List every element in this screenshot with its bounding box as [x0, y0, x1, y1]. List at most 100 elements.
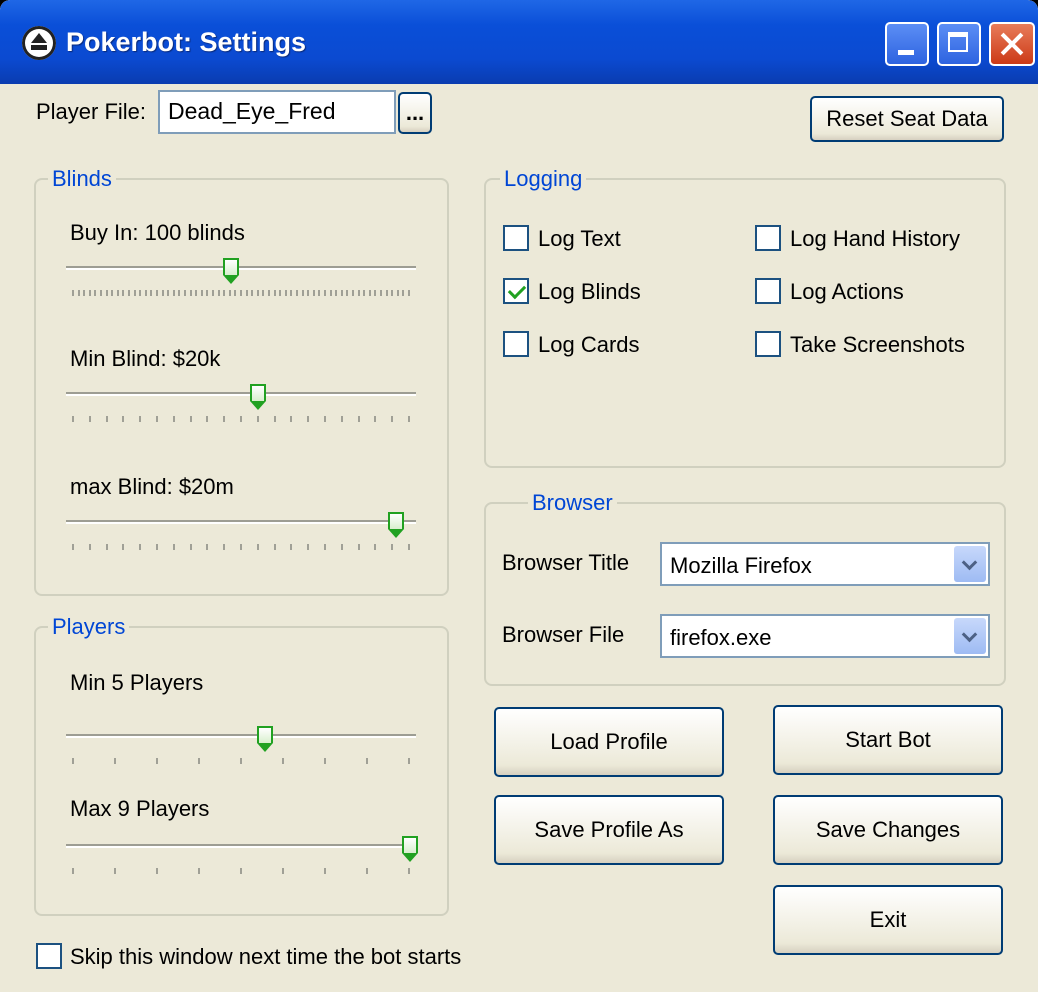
slider-tick — [116, 290, 119, 296]
slider-tick — [72, 416, 74, 422]
slider-tick — [206, 290, 209, 296]
slider-tick — [357, 416, 360, 422]
save-profile-as-button[interactable]: Save Profile As — [494, 795, 724, 865]
logging-group — [484, 178, 1006, 468]
slider-tick — [122, 416, 125, 422]
slider-tick — [94, 290, 97, 296]
chevron-down-icon[interactable] — [954, 618, 986, 654]
slider-tick — [256, 544, 259, 550]
slider-tick — [340, 544, 343, 550]
slider-tick — [122, 544, 125, 550]
slider-tick — [391, 416, 394, 422]
slider-tick — [296, 290, 298, 296]
slider-tick — [290, 290, 293, 296]
slider-tick — [88, 290, 91, 296]
slider-tick — [105, 290, 108, 296]
browser-title-value: Mozilla Firefox — [670, 553, 812, 578]
slider-tick — [212, 290, 214, 296]
slider-thumb[interactable] — [256, 726, 273, 752]
slider-tick — [172, 544, 175, 550]
log-actions-checkbox[interactable] — [755, 278, 781, 304]
browser-group — [484, 502, 1006, 686]
slider-tick — [240, 290, 242, 296]
window-title: Pokerbot: Settings — [66, 27, 307, 57]
slider-tick — [312, 290, 315, 296]
slider-tick — [262, 290, 265, 296]
browse-button[interactable]: ... — [398, 92, 432, 134]
save-changes-button[interactable]: Save Changes — [773, 795, 1003, 865]
slider-thumb[interactable] — [249, 384, 266, 410]
slider-tick — [240, 544, 242, 550]
slider-track[interactable] — [66, 392, 416, 396]
slider-tick — [172, 416, 175, 422]
slider-thumb[interactable] — [402, 836, 418, 862]
slider-tick — [100, 290, 102, 296]
slider-tick — [105, 416, 108, 422]
browser-file-select[interactable]: firefox.exe — [660, 614, 990, 658]
player-file-input[interactable]: Dead_Eye_Fred — [158, 90, 396, 134]
slider-tick — [128, 290, 130, 296]
slider-tick — [324, 416, 326, 422]
load-profile-button[interactable]: Load Profile — [494, 707, 724, 777]
start-bot-button[interactable]: Start Bot — [773, 705, 1003, 775]
slider-tick — [282, 868, 284, 874]
slider-tick — [156, 290, 158, 296]
slider-tick — [301, 290, 304, 296]
slider-tick — [402, 290, 405, 296]
exit-button[interactable]: Exit — [773, 885, 1003, 955]
slider-tick — [105, 544, 108, 550]
log-text-label: Log Text — [538, 226, 621, 251]
slider-tick — [282, 758, 284, 764]
slider-tick — [178, 290, 181, 296]
slider-tick — [284, 290, 287, 296]
slider-tick — [290, 416, 293, 422]
slider-tick — [374, 544, 377, 550]
max-players-label: Max 9 Players — [70, 796, 210, 821]
log-text-checkbox[interactable] — [503, 225, 529, 251]
slider-tick — [340, 290, 343, 296]
maximize-icon[interactable] — [937, 22, 981, 66]
log-hand-history-label: Log Hand History — [790, 226, 960, 251]
slider-tick — [340, 416, 343, 422]
slider-tick — [172, 290, 175, 296]
max-blind-label: max Blind: $20m — [70, 474, 234, 499]
slider-track[interactable] — [66, 844, 416, 848]
slider-tick — [391, 544, 394, 550]
slider-tick — [385, 290, 388, 296]
slider-tick — [122, 290, 125, 296]
slider-thumb[interactable] — [388, 512, 405, 538]
slider-ticks — [72, 416, 410, 422]
browser-title-select[interactable]: Mozilla Firefox — [660, 542, 990, 586]
chevron-down-icon[interactable] — [954, 546, 986, 582]
slider-tick — [408, 544, 410, 550]
log-cards-label: Log Cards — [538, 332, 640, 357]
slider-track[interactable] — [66, 266, 416, 270]
slider-tick — [72, 544, 74, 550]
reset-seat-data-button[interactable]: Reset Seat Data — [810, 96, 1004, 142]
min-players-label: Min 5 Players — [70, 670, 204, 695]
browser-title-label: Browser Title — [502, 550, 630, 575]
close-icon[interactable] — [989, 22, 1035, 66]
minimize-icon[interactable] — [885, 22, 929, 66]
slider-tick — [156, 758, 158, 764]
slider-tick — [245, 290, 248, 296]
slider-tick — [206, 416, 209, 422]
slider-thumb[interactable] — [222, 258, 239, 284]
title-bar[interactable]: Pokerbot: Settings — [0, 0, 1038, 84]
slider-tick — [273, 416, 276, 422]
slider-tick — [374, 416, 377, 422]
slider-tick — [307, 416, 310, 422]
log-cards-checkbox[interactable] — [503, 331, 529, 357]
slider-tick — [198, 758, 200, 764]
slider-track[interactable] — [66, 520, 416, 524]
log-blinds-checkbox[interactable] — [503, 278, 529, 304]
take-screenshots-checkbox[interactable] — [755, 331, 781, 357]
slider-tick — [357, 290, 360, 296]
slider-tick — [234, 290, 237, 296]
log-hand-history-checkbox[interactable] — [755, 225, 781, 251]
slider-tick — [167, 290, 170, 296]
slider-track[interactable] — [66, 734, 416, 738]
skip-window-checkbox[interactable] — [36, 943, 62, 969]
slider-tick — [223, 544, 226, 550]
slider-tick — [324, 758, 326, 764]
